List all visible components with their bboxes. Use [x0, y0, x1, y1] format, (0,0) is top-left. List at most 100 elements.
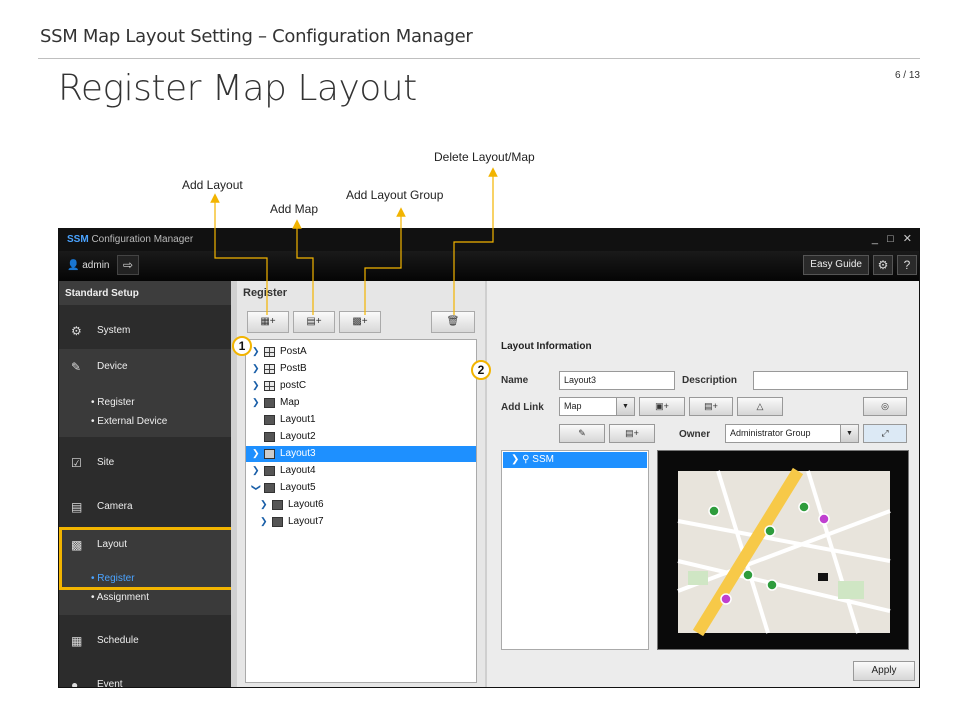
chevron-right-icon[interactable]: ❯ — [252, 346, 260, 357]
add-item-button[interactable]: ▤+ — [609, 424, 655, 443]
camera-link-icon: ▣+ — [655, 401, 669, 411]
map-icon — [264, 398, 275, 408]
location-pin-icon: ◎ — [881, 401, 889, 411]
layout-group-icon — [264, 381, 275, 391]
tree-item-layout3[interactable]: ❯ Layout3 — [246, 446, 476, 462]
image-link-icon: △ — [756, 401, 764, 411]
tree-item-map[interactable]: ❯ Map — [246, 395, 476, 411]
owner-select[interactable]: Administrator Group ▼ — [725, 424, 859, 443]
header-divider — [38, 58, 920, 59]
config-manager-window: SSM Configuration Manager _ □ ✕ 👤 admin … — [58, 228, 920, 688]
layout-icon — [264, 415, 275, 425]
site-icon: ☑ — [71, 456, 82, 470]
sidebar: Standard Setup ⚙ System ✎ Device • Regis… — [59, 281, 235, 688]
chevron-down-icon[interactable]: ▼ — [616, 398, 634, 415]
map-preview[interactable] — [657, 450, 909, 650]
chevron-down-icon[interactable]: ▼ — [840, 425, 858, 442]
trash-icon: 🗑 — [446, 316, 460, 327]
link-image-button[interactable]: △ — [737, 397, 783, 416]
apply-button[interactable]: Apply — [853, 661, 915, 681]
layout-icon — [264, 432, 275, 442]
add-map-icon: ▤+ — [306, 316, 322, 327]
layout-tree: ❯ PostA ❯ PostB ❯ postC ❯ Map Layout1 La… — [245, 339, 477, 683]
layout-info-title: Layout Information — [501, 341, 592, 352]
chevron-right-icon[interactable]: ❯ — [252, 380, 260, 391]
add-layout-group-button[interactable]: ▩+ — [339, 311, 381, 333]
sidebar-item-schedule[interactable]: ▦ Schedule — [59, 623, 231, 659]
tree-item-layout1[interactable]: Layout1 — [246, 412, 476, 428]
window-controls[interactable]: _ □ ✕ — [872, 232, 915, 245]
callout-delete-layout-map: Delete Layout/Map — [434, 150, 535, 164]
device-link-icon: ▤+ — [704, 401, 718, 411]
add-layout-group-icon: ▩+ — [352, 316, 368, 327]
edit-icon: ✎ — [578, 428, 586, 438]
help-button[interactable]: ? — [897, 255, 917, 275]
tree-item-layout6[interactable]: ❯ Layout6 — [246, 497, 476, 513]
link-device-button[interactable]: ▤+ — [689, 397, 733, 416]
add-map-button[interactable]: ▤+ — [293, 311, 335, 333]
tree-item-layout5[interactable]: ❯ Layout5 — [246, 480, 476, 496]
sidebar-item-camera[interactable]: ▤ Camera — [59, 489, 231, 525]
chevron-right-icon[interactable]: ❯ — [252, 363, 260, 374]
fullscreen-icon: ⤢ — [881, 428, 889, 438]
chevron-right-icon[interactable]: ❯ — [252, 448, 260, 459]
tree-item-postb[interactable]: ❯ PostB — [246, 361, 476, 377]
easy-guide-button[interactable]: Easy Guide — [803, 255, 869, 275]
layout-group-icon — [264, 347, 275, 357]
schedule-icon: ▦ — [71, 634, 83, 648]
callout-add-layout: Add Layout — [182, 178, 243, 192]
submenu-external-device[interactable]: • External Device — [91, 416, 167, 427]
gear-icon[interactable]: ⚙ — [873, 255, 893, 275]
tree-item-layout2[interactable]: Layout2 — [246, 429, 476, 445]
tree-item-postc[interactable]: ❯ postC — [246, 378, 476, 394]
add-layout-button[interactable]: ▦+ — [247, 311, 289, 333]
chevron-right-icon[interactable]: ❯ — [260, 499, 268, 510]
layout-icon — [264, 483, 275, 493]
add-link-select[interactable]: Map ▼ — [559, 397, 635, 416]
link-camera-button[interactable]: ▣+ — [639, 397, 685, 416]
page-number: 6 / 13 — [894, 70, 920, 81]
sidebar-item-site[interactable]: ☑ Site — [59, 445, 231, 481]
chevron-right-icon[interactable]: ❯ — [252, 465, 260, 476]
name-label: Name — [501, 375, 529, 386]
user-bar: 👤 admin ⇨ Easy Guide ⚙ ? — [59, 251, 919, 281]
chevron-right-icon[interactable]: ❯ — [260, 516, 268, 527]
location-pin-icon: ⚲ — [522, 454, 530, 465]
sidebar-item-event[interactable]: ● Event — [59, 667, 231, 688]
submenu-device-register[interactable]: • Register — [91, 397, 135, 408]
slide-title: Register Map Layout — [58, 68, 417, 109]
map-link-tree: ❯ ⚲ SSM — [501, 450, 649, 650]
logout-icon[interactable]: ⇨ — [117, 255, 139, 275]
layout-icon — [264, 449, 275, 459]
layout-icon — [264, 466, 275, 476]
chevron-right-icon[interactable]: ❯ — [252, 397, 260, 408]
delete-layout-map-button[interactable]: 🗑 — [431, 311, 475, 333]
event-icon: ● — [71, 678, 79, 688]
user-label: 👤 admin — [67, 260, 110, 271]
callout-add-map: Add Map — [270, 202, 319, 216]
sidebar-item-system[interactable]: ⚙ System — [59, 313, 231, 349]
edit-button[interactable]: ✎ — [559, 424, 605, 443]
step-badge-2: 2 — [471, 360, 491, 380]
name-field[interactable]: Layout3 — [559, 371, 675, 390]
submenu-layout-assignment[interactable]: • Assignment — [91, 592, 149, 603]
fullscreen-button[interactable]: ⤢ — [863, 424, 907, 443]
sidebar-header: Standard Setup — [59, 281, 231, 305]
device-submenu: • Register • External Device — [59, 385, 231, 437]
location-pin-button[interactable]: ◎ — [863, 397, 907, 416]
map-tree-item-ssm[interactable]: ❯ ⚲ SSM — [503, 452, 647, 468]
map-image — [658, 451, 908, 649]
description-field[interactable] — [753, 371, 908, 390]
tree-item-posta[interactable]: ❯ PostA — [246, 344, 476, 360]
layout-icon — [272, 500, 283, 510]
tree-item-layout7[interactable]: ❯ Layout7 — [246, 514, 476, 530]
register-panel: Register ▦+ ▤+ ▩+ 🗑 ❯ PostA ❯ PostB ❯ po… — [237, 281, 485, 687]
step-badge-1: 1 — [232, 336, 252, 356]
layout-icon — [272, 517, 283, 527]
tree-item-layout4[interactable]: ❯ Layout4 — [246, 463, 476, 479]
register-title: Register — [243, 287, 288, 299]
title-bar: SSM Configuration Manager _ □ ✕ — [59, 229, 919, 251]
description-label: Description — [682, 375, 738, 386]
chevron-down-icon[interactable]: ❯ — [250, 484, 261, 492]
sidebar-item-device[interactable]: ✎ Device — [59, 349, 231, 385]
